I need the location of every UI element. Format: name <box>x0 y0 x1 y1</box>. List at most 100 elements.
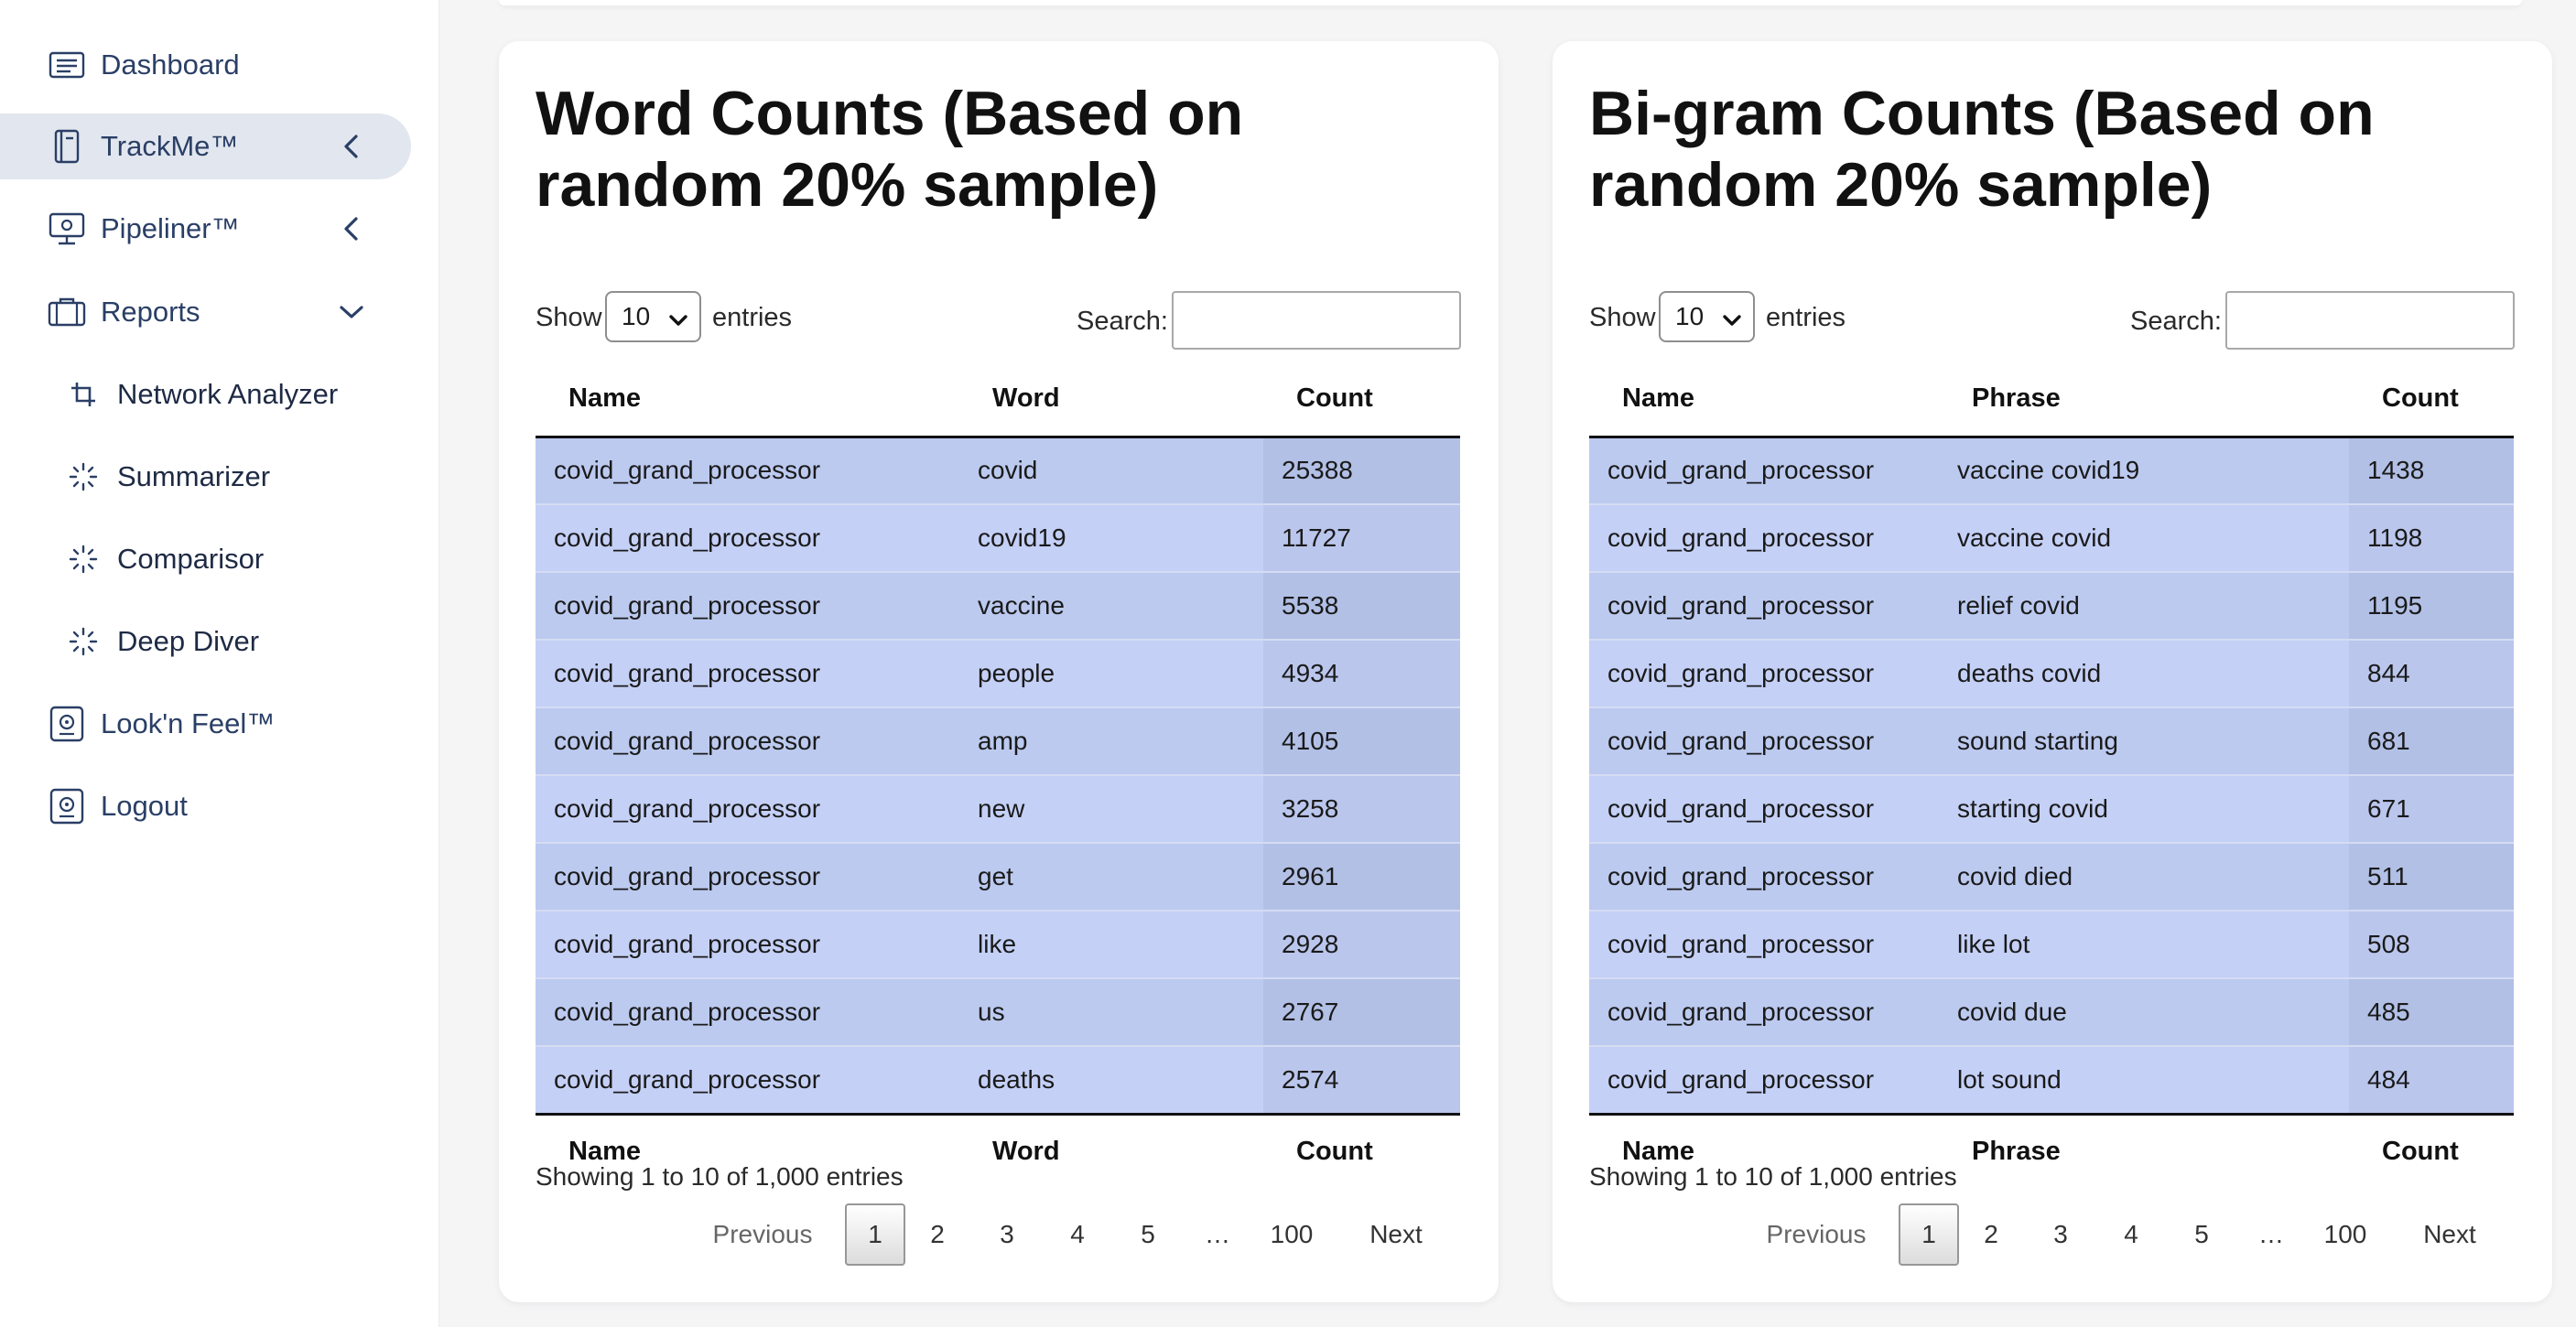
table-cell: covid_grand_processor <box>1589 910 1939 978</box>
table-cell: covid_grand_processor <box>1589 437 1939 504</box>
table-row: covid_grand_processor get 2961 <box>536 842 1460 911</box>
search-input[interactable] <box>2225 291 2515 350</box>
previous-page-button[interactable]: Previous <box>1752 1203 1880 1266</box>
table-cell: 485 <box>2349 977 2514 1046</box>
table-row: covid_grand_processor relief covid 1195 <box>1589 571 2514 640</box>
briefcase-icon <box>48 293 86 331</box>
table-cell: us <box>959 977 1263 1046</box>
table-cell: 671 <box>2349 774 2514 843</box>
previous-page-button[interactable]: Previous <box>698 1203 827 1266</box>
loader-icon <box>66 542 101 577</box>
table-cell: 2928 <box>1263 910 1460 978</box>
sidebar-item-summarizer[interactable]: Summarizer <box>0 444 411 510</box>
search-label: Search: <box>1077 307 1168 336</box>
page-button[interactable]: 3 <box>986 1203 1028 1266</box>
table-cell: covid_grand_processor <box>1589 503 1939 572</box>
entries-length-select[interactable]: 10 <box>605 291 701 342</box>
last-page-button[interactable]: 100 <box>2309 1203 2382 1266</box>
table-cell: get <box>959 842 1263 911</box>
chevron-left-icon <box>333 128 370 165</box>
pagination: Previous 1 2 3 4 5 … 100 Next <box>499 1203 1499 1266</box>
table-row: covid_grand_processor deaths 2574 <box>536 1045 1460 1114</box>
sidebar-item-label: TrackMe™ <box>101 130 239 162</box>
table-row: covid_grand_processor like 2928 <box>536 910 1460 978</box>
page-button[interactable]: 4 <box>1056 1203 1099 1266</box>
table-row: covid_grand_processor like lot 508 <box>1589 910 2514 978</box>
column-header-count[interactable]: Count <box>2349 361 2514 438</box>
entries-length-select[interactable]: 10 <box>1659 291 1755 342</box>
column-header-name[interactable]: Name <box>1589 361 1939 438</box>
column-header-count[interactable]: Count <box>1263 361 1460 438</box>
column-header-name[interactable]: Name <box>536 361 959 438</box>
table-cell: covid_grand_processor <box>536 1045 959 1114</box>
table-cell: covid_grand_processor <box>536 503 959 572</box>
table-row: covid_grand_processor deaths covid 844 <box>1589 639 2514 707</box>
page-button-current[interactable]: 1 <box>845 1203 905 1266</box>
table-cell: lot sound <box>1939 1045 2349 1114</box>
table-cell: covid_grand_processor <box>1589 977 1939 1046</box>
word-counts-table: Name Word Count covid_grand_processor cov… <box>536 361 1460 1189</box>
table-cell: 4934 <box>1263 639 1460 707</box>
device-icon <box>48 705 86 743</box>
page-button[interactable]: 2 <box>916 1203 958 1266</box>
table-cell: 5538 <box>1263 571 1460 640</box>
next-page-button[interactable]: Next <box>2404 1203 2495 1266</box>
sidebar-item-pipeliner[interactable]: Pipeliner™ <box>0 196 411 262</box>
table-cell: sound starting <box>1939 707 2349 775</box>
table-cell: covid_grand_processor <box>536 910 959 978</box>
table-cell: covid due <box>1939 977 2349 1046</box>
table-row: covid_grand_processor people 4934 <box>536 639 1460 707</box>
table-cell: like <box>959 910 1263 978</box>
crop-icon <box>66 377 101 412</box>
entries-label: entries <box>712 303 793 332</box>
length-value: 10 <box>622 302 651 330</box>
table-cell: covid_grand_processor <box>1589 639 1939 707</box>
last-page-button[interactable]: 100 <box>1255 1203 1328 1266</box>
table-cell: deaths covid <box>1939 639 2349 707</box>
table-cell: 681 <box>2349 707 2514 775</box>
page-button[interactable]: 2 <box>1970 1203 2012 1266</box>
table-cell: 508 <box>2349 910 2514 978</box>
table-cell: 511 <box>2349 842 2514 911</box>
page-button[interactable]: 5 <box>1127 1203 1169 1266</box>
sidebar-item-reports[interactable]: Reports <box>0 279 411 345</box>
sidebar-item-dashboard[interactable]: Dashboard <box>0 32 411 98</box>
table-cell: covid_grand_processor <box>536 842 959 911</box>
sidebar-item-comparisor[interactable]: Comparisor <box>0 526 411 592</box>
table-row: covid_grand_processor covid19 11727 <box>536 503 1460 572</box>
sidebar-item-network-analyzer[interactable]: Network Analyzer <box>0 361 411 427</box>
column-header-word[interactable]: Word <box>959 361 1263 438</box>
book-icon <box>48 127 86 166</box>
table-row: covid_grand_processor covid 25388 <box>536 437 1460 504</box>
sidebar-item-trackme[interactable]: TrackMe™ <box>0 113 411 179</box>
table-cell: covid died <box>1939 842 2349 911</box>
sidebar-item-label: Comparisor <box>117 543 265 575</box>
sidebar-item-label: Logout <box>101 790 188 822</box>
card-title: Bi-gram Counts (Based on random 20% samp… <box>1589 79 2375 220</box>
sidebar-item-deep-diver[interactable]: Deep Diver <box>0 609 411 674</box>
page-button-current[interactable]: 1 <box>1899 1203 1959 1266</box>
table-cell: covid <box>959 437 1263 504</box>
table-header-row: Name Word Count <box>536 361 1460 438</box>
search-input[interactable] <box>1172 291 1461 350</box>
table-cell: vaccine covid <box>1939 503 2349 572</box>
search-label: Search: <box>2130 307 2222 336</box>
sidebar-item-look-n-feel[interactable]: Look'n Feel™ <box>0 691 411 757</box>
sidebar-item-logout[interactable]: Logout <box>0 773 411 839</box>
table-cell: covid_grand_processor <box>536 437 959 504</box>
sidebar-item-label: Dashboard <box>101 49 240 81</box>
page-ellipsis: … <box>1205 1220 1230 1248</box>
table-cell: vaccine covid19 <box>1939 437 2349 504</box>
sidebar: Dashboard TrackMe™ Pipeliner™ Reports Ne… <box>0 0 439 1327</box>
page-button[interactable]: 3 <box>2040 1203 2082 1266</box>
entries-label: entries <box>1766 303 1846 332</box>
show-label: Show <box>1589 303 1656 332</box>
page-button[interactable]: 4 <box>2110 1203 2152 1266</box>
column-header-phrase[interactable]: Phrase <box>1939 361 2349 438</box>
next-page-button[interactable]: Next <box>1350 1203 1442 1266</box>
column-footer-count: Count <box>2349 1112 2514 1189</box>
table-header-row: Name Phrase Count <box>1589 361 2514 438</box>
page-button[interactable]: 5 <box>2181 1203 2223 1266</box>
table-row: covid_grand_processor starting covid 671 <box>1589 774 2514 843</box>
table-cell: covid_grand_processor <box>536 707 959 775</box>
